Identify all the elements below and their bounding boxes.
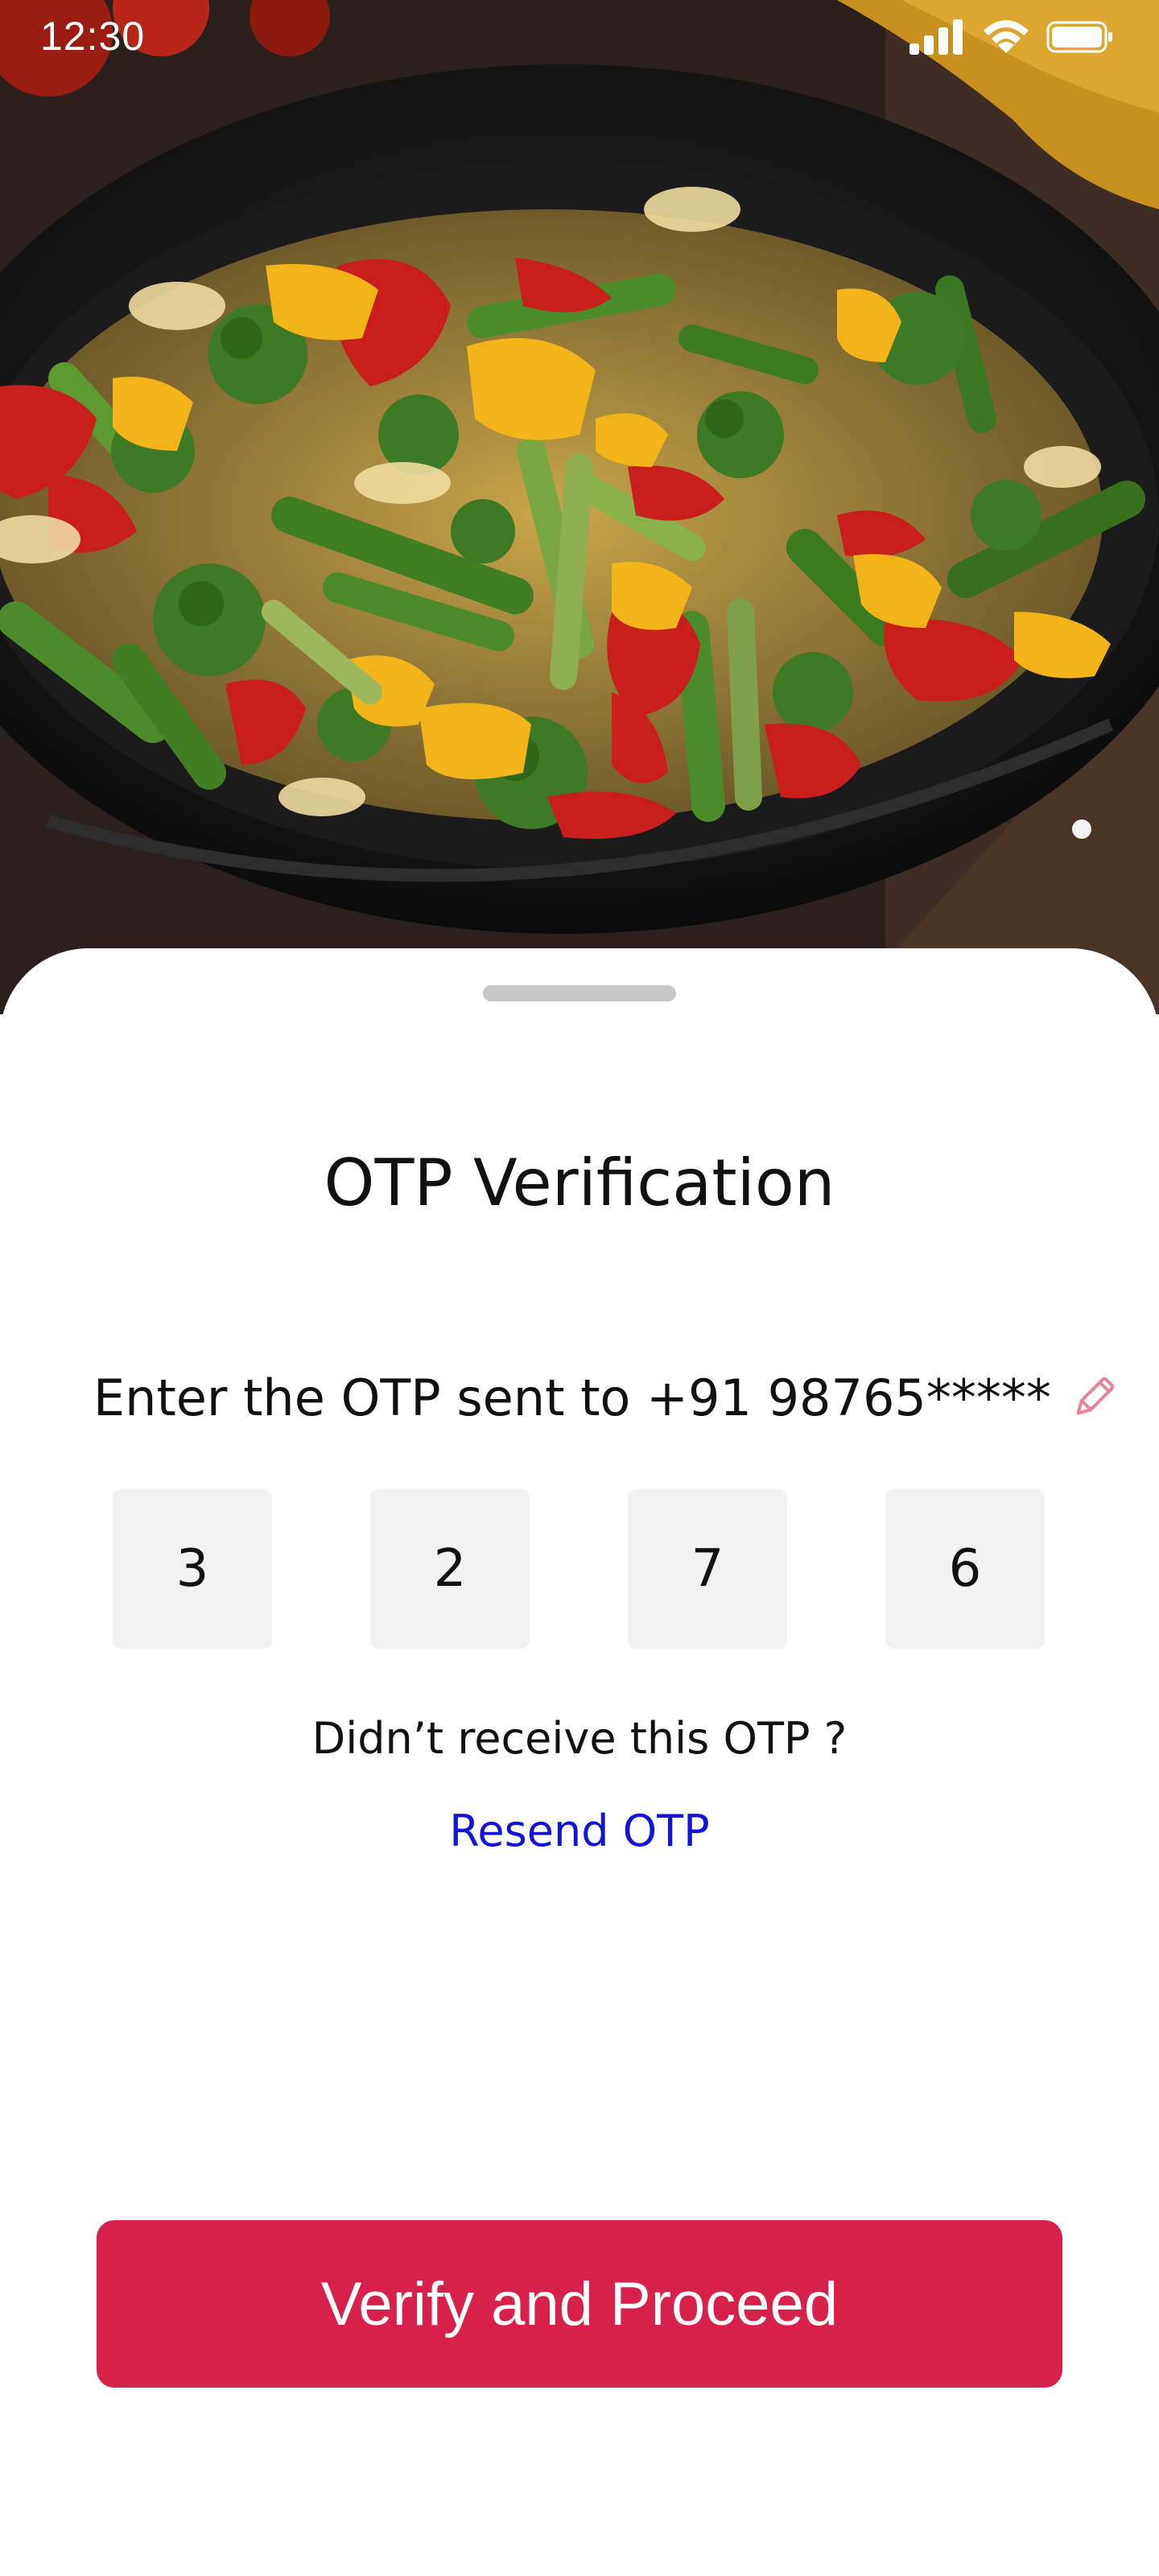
otp-prompt-text: Enter the OTP sent to +91 98765***** [93,1368,1051,1427]
status-bar: 12:30 [0,0,1159,80]
vegetable-pan-illustration [0,0,1159,1014]
drag-handle[interactable] [483,985,676,1001]
otp-verification-screen: 12:30 OTP Verification Enter the OTP sen… [0,0,1159,2576]
otp-prompt-row: Enter the OTP sent to +91 98765***** [93,1368,1117,1427]
page-title: OTP Verification [324,1146,835,1220]
otp-bottom-sheet: OTP Verification Enter the OTP sent to +… [0,948,1159,2576]
cellular-signal-icon [908,18,966,60]
status-time: 12:30 [40,14,146,59]
wifi-icon [980,18,1032,60]
resend-otp-link[interactable]: Resend OTP [0,1806,1159,1856]
status-icons [908,19,1114,58]
otp-input-group: 3 2 7 6 [113,1489,1046,1649]
battery-icon [1046,18,1114,60]
pencil-icon[interactable] [1069,1374,1117,1422]
otp-digit-4[interactable]: 6 [885,1489,1045,1649]
otp-digit-2[interactable]: 2 [370,1489,530,1649]
otp-digit-1[interactable]: 3 [113,1489,272,1649]
otp-digit-3[interactable]: 7 [628,1489,787,1649]
resend-question-text: Didn’t receive this OTP ? [311,1713,848,1764]
verify-and-proceed-button[interactable]: Verify and Proceed [97,2220,1062,2388]
hero-food-image [0,0,1159,1014]
